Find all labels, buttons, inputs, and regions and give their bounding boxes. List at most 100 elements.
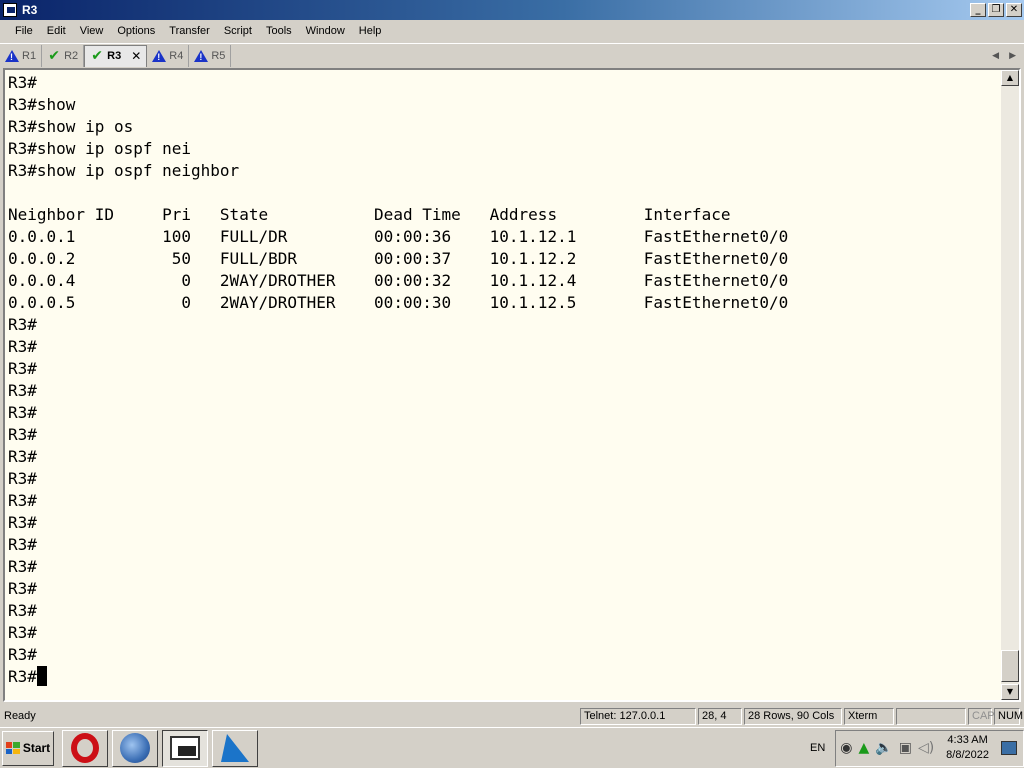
tab-r5[interactable]: R5 — [189, 44, 232, 67]
taskbar-wireshark[interactable] — [212, 729, 258, 767]
terminal-line: 0.0.0.5 0 2WAY/DROTHER 00:00:30 10.1.12.… — [8, 293, 789, 312]
terminal-line: R3# — [8, 403, 37, 422]
tab-r1[interactable]: R1 — [0, 44, 43, 67]
gns3-icon — [120, 733, 150, 763]
language-indicator[interactable]: EN — [810, 742, 825, 754]
opera-icon — [71, 733, 99, 763]
check-icon: ✔ — [91, 48, 103, 64]
terminal-line: R3# — [8, 557, 37, 576]
tab-scroll-right-icon[interactable]: ▶ — [1009, 51, 1016, 61]
terminal-line: R3# — [8, 513, 37, 532]
title-bar: R3 _ ❐ ✕ — [0, 0, 1024, 20]
terminal-line: R3# — [8, 579, 37, 598]
menu-script[interactable]: Script — [217, 25, 259, 37]
tab-label: R4 — [169, 49, 184, 62]
speaker-icon[interactable]: 🔈 — [875, 740, 892, 756]
terminal-output[interactable]: R3# R3#show R3#show ip os R3#show ip ospf n… — [5, 70, 1001, 700]
tab-label: R1 — [22, 49, 37, 62]
triangle-app-icon[interactable]: ▲ — [858, 740, 869, 756]
terminal-line: R3# — [8, 535, 37, 554]
disc-icon[interactable]: ◉ — [840, 740, 852, 756]
scroll-down-icon[interactable]: ▼ — [1001, 684, 1019, 700]
menu-view[interactable]: View — [73, 25, 111, 37]
terminal-line: R3#show ip os — [8, 117, 134, 136]
terminal-app-icon — [170, 736, 200, 760]
clock-time: 4:33 AM — [947, 734, 988, 746]
status-connection: Telnet: 127.0.0.1 — [580, 707, 696, 725]
menu-bar: File Edit View Options Transfer Script T… — [0, 20, 1024, 42]
menu-help[interactable]: Help — [352, 25, 389, 37]
tab-scroll-left-icon[interactable]: ◀ — [992, 51, 999, 61]
status-cap: CAP — [968, 707, 995, 725]
terminal-line: R3#show — [8, 95, 76, 114]
restore-button[interactable]: ❐ — [988, 3, 1004, 17]
tab-label: R5 — [211, 49, 226, 62]
system-tray: EN ◉ ▲ 🔈 ▣ ◁) 4:33 AM 8/8/2022 — [810, 728, 1024, 768]
terminal-frame: R3# R3#show R3#show ip os R3#show ip ospf n… — [3, 68, 1021, 702]
start-button[interactable]: Start — [2, 730, 54, 766]
terminal-line: R3# — [8, 469, 37, 488]
scroll-up-icon[interactable]: ▲ — [1001, 70, 1019, 86]
clock-date: 8/8/2022 — [946, 749, 989, 761]
menu-file[interactable]: File — [8, 25, 40, 37]
terminal-line: R3# — [8, 645, 37, 664]
tab-scroll-arrows: ◀ ▶ — [992, 51, 1016, 61]
menu-options[interactable]: Options — [110, 25, 162, 37]
terminal-line: 0.0.0.4 0 2WAY/DROTHER 00:00:32 10.1.12.… — [8, 271, 789, 290]
terminal-line: R3#show ip ospf neighbor — [8, 161, 240, 180]
terminal-line: 0.0.0.1 100 FULL/DR 00:00:36 10.1.12.1 F… — [8, 227, 789, 246]
network-icon[interactable]: ▣ — [899, 740, 912, 756]
check-icon: ✔ — [48, 47, 60, 64]
status-num: NUM — [994, 707, 1023, 725]
menu-transfer[interactable]: Transfer — [162, 25, 217, 37]
volume-icon[interactable]: ◁) — [918, 740, 934, 756]
terminal-line: R3# — [8, 359, 37, 378]
terminal-line: R3# — [8, 73, 37, 92]
terminal-line: R3# — [8, 337, 37, 356]
tab-r4[interactable]: R4 — [147, 44, 190, 67]
terminal-line: R3# — [8, 623, 37, 642]
taskbar: Start EN ◉ ▲ 🔈 ▣ ◁) 4:33 AM 8/8/2022 — [0, 727, 1024, 768]
warning-icon — [152, 49, 167, 62]
warning-icon — [194, 49, 209, 62]
terminal-line: R3# — [8, 491, 37, 510]
menu-window[interactable]: Window — [299, 25, 352, 37]
status-terminal-size: 28 Rows, 90 Cols — [744, 707, 842, 725]
terminal-cursor — [36, 666, 47, 686]
close-tab-icon[interactable]: ✕ — [131, 49, 141, 63]
window-controls: _ ❐ ✕ — [970, 3, 1022, 17]
menu-tools[interactable]: Tools — [259, 25, 299, 37]
status-blank — [896, 707, 966, 725]
terminal-prompt-line: R3# — [8, 666, 1001, 688]
taskbar-securecrt[interactable] — [162, 729, 208, 767]
terminal-line: R3# — [8, 425, 37, 444]
scroll-thumb[interactable] — [1001, 650, 1019, 682]
show-desktop-icon[interactable] — [1001, 741, 1017, 755]
taskbar-opera[interactable] — [62, 729, 108, 767]
terminal-line: R3# — [8, 447, 37, 466]
session-tab-bar: R1 ✔ R2 ✔ R3 ✕ R4 R5 ◀ ▶ — [0, 43, 1024, 67]
status-ready: Ready — [4, 710, 36, 722]
terminal-line: R3# — [8, 381, 37, 400]
tab-r3[interactable]: ✔ R3 ✕ — [84, 44, 148, 67]
tab-label: R3 — [107, 50, 122, 62]
minimize-button[interactable]: _ — [970, 3, 986, 17]
clock[interactable]: 4:33 AM 8/8/2022 — [946, 733, 989, 763]
windows-flag-icon — [5, 742, 20, 754]
tab-label: R2 — [64, 49, 79, 62]
taskbar-gns3[interactable] — [112, 729, 158, 767]
tab-r2[interactable]: ✔ R2 — [42, 44, 85, 67]
window-title: R3 — [22, 3, 38, 17]
app-icon[interactable] — [3, 3, 17, 17]
menu-edit[interactable]: Edit — [40, 25, 73, 37]
wireshark-icon — [221, 734, 249, 762]
close-button[interactable]: ✕ — [1006, 3, 1022, 17]
start-label: Start — [22, 741, 51, 755]
status-bar: Ready Telnet: 127.0.0.1 28, 4 28 Rows, 9… — [0, 706, 1024, 726]
vertical-scrollbar[interactable]: ▲ ▼ — [1001, 70, 1019, 700]
terminal-line: 0.0.0.2 50 FULL/BDR 00:00:37 10.1.12.2 F… — [8, 249, 789, 268]
notification-area: ◉ ▲ 🔈 ▣ ◁) 4:33 AM 8/8/2022 — [835, 729, 1024, 767]
terminal-prompt: R3# — [8, 667, 37, 686]
warning-icon — [5, 49, 19, 62]
